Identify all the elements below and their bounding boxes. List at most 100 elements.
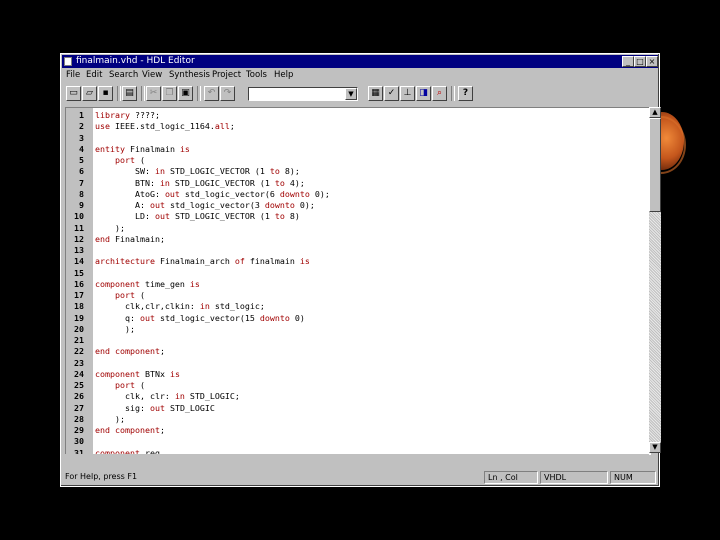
bookmark-button[interactable]: ◨ — [416, 86, 431, 101]
code-editor[interactable]: 1 library ????; 2 use IEEE.std_logic_1164.a… — [65, 107, 651, 455]
code-line[interactable]: 19 q: out std_logic_vector(15 downto 0) — [66, 313, 650, 324]
maximize-button[interactable]: □ — [634, 56, 646, 67]
undo-button[interactable]: ↶ — [204, 86, 219, 101]
code-token: 4); — [284, 177, 305, 188]
menu-search[interactable]: Search — [109, 69, 138, 82]
code-line[interactable]: 16 component time_gen is — [66, 279, 650, 290]
paste-button[interactable]: ▣ — [178, 86, 193, 101]
copy-button[interactable]: ❐ — [162, 86, 177, 101]
keyword-token: is — [169, 368, 180, 379]
code-text: end Finalmain; — [95, 234, 165, 245]
line-number: 10 — [74, 211, 84, 222]
code-token: std_logic_vector(15 — [154, 312, 260, 323]
toolbar-separator — [141, 86, 145, 101]
code-line[interactable]: 21 — [66, 335, 650, 346]
keyword-token: downto — [259, 312, 290, 323]
code-line[interactable]: 4 entity Finalmain is — [66, 144, 650, 155]
editor-combo-box[interactable]: ▼ — [248, 87, 358, 101]
code-line[interactable]: 5 port ( — [66, 155, 650, 166]
code-text: BTN: in STD_LOGIC_VECTOR (1 to 4); — [95, 178, 305, 189]
code-token: q: — [95, 312, 140, 323]
code-line[interactable]: 29 end component; — [66, 425, 650, 436]
keyword-token: end component — [95, 425, 160, 435]
line-number: 2 — [79, 121, 84, 132]
code-token: ; — [229, 121, 235, 132]
scroll-thumb[interactable] — [649, 118, 661, 212]
find-button[interactable]: ⌕ — [432, 86, 447, 101]
combo-dropdown-icon[interactable]: ▼ — [345, 88, 357, 100]
code-line[interactable]: 11 ); — [66, 223, 650, 234]
code-line[interactable]: 10 LD: out STD_LOGIC_VECTOR (1 to 8) — [66, 211, 650, 222]
keyword-token: downto — [264, 200, 295, 210]
code-line[interactable]: 28 ); — [66, 414, 650, 425]
line-number: 26 — [74, 391, 84, 402]
code-line[interactable]: 15 — [66, 268, 650, 279]
keyword-token: in — [199, 301, 210, 312]
code-line[interactable]: 12 end Finalmain; — [66, 234, 650, 245]
code-token: BTNx — [139, 368, 170, 379]
save-button[interactable]: ▪ — [98, 86, 113, 101]
code-line[interactable]: 6 SW: in STD_LOGIC_VECTOR (1 to 8); — [66, 166, 650, 177]
line-number: 27 — [74, 402, 84, 413]
code-line[interactable]: 1 library ????; — [66, 110, 650, 121]
menu-file[interactable]: File — [66, 69, 80, 82]
code-text: component time_gen is — [95, 279, 200, 290]
menu-view[interactable]: View — [142, 69, 162, 82]
syntax-check-button[interactable]: ✓ — [384, 86, 399, 101]
code-line[interactable]: 26 clk, clr: in STD_LOGIC; — [66, 391, 650, 402]
menu-help[interactable]: Help — [274, 69, 293, 82]
code-line[interactable]: 24 component BTNx is — [66, 369, 650, 380]
code-line[interactable]: 13 — [66, 245, 650, 256]
menu-synthesis[interactable]: Synthesis — [169, 69, 210, 82]
synthesize-button[interactable]: ⊥ — [400, 86, 415, 101]
code-line[interactable]: 25 port ( — [66, 380, 650, 391]
keyword-token: library — [95, 110, 130, 120]
code-line[interactable]: 2 use IEEE.std_logic_1164.all; — [66, 121, 650, 132]
hdl-editor-window: finalmain.vhd - HDL Editor _ □ × File Ed… — [60, 53, 661, 487]
new-file-button[interactable]: ▭ — [66, 86, 81, 101]
scroll-down-icon[interactable]: ▼ — [649, 442, 661, 453]
keyword-token: end component — [95, 346, 160, 357]
code-text: SW: in STD_LOGIC_VECTOR (1 to 8); — [95, 166, 300, 177]
menu-tools[interactable]: Tools — [246, 69, 267, 82]
code-line[interactable]: 20 ); — [66, 324, 650, 335]
print-button[interactable]: ▤ — [122, 86, 137, 101]
language-assistant-button[interactable]: ▦ — [368, 86, 383, 101]
code-token: std_logic; — [209, 301, 265, 312]
horizontal-scrollbar[interactable] — [62, 454, 649, 466]
menu-edit[interactable]: Edit — [86, 69, 102, 82]
keyword-token: port — [95, 290, 135, 300]
help-button[interactable]: ? — [458, 86, 473, 101]
code-line[interactable]: 7 BTN: in STD_LOGIC_VECTOR (1 to 4); — [66, 178, 650, 189]
code-line[interactable]: 27 sig: out STD_LOGIC — [66, 403, 650, 414]
code-text: clk,clr,clkin: in std_logic; — [95, 301, 265, 312]
code-line[interactable]: 3 — [66, 133, 650, 144]
scroll-up-icon[interactable]: ▲ — [649, 107, 661, 118]
code-token: clk, clr: — [95, 391, 175, 402]
close-button[interactable]: × — [646, 56, 658, 67]
open-file-button[interactable]: ▱ — [82, 86, 97, 101]
title-bar[interactable]: finalmain.vhd - HDL Editor _ □ × — [62, 55, 658, 68]
toolbar-separator — [117, 86, 121, 101]
menu-project[interactable]: Project — [212, 69, 241, 82]
code-line[interactable]: 8 AtoG: out std_logic_vector(6 downto 0)… — [66, 189, 650, 200]
vertical-scrollbar[interactable]: ▲ ▼ — [649, 107, 661, 453]
line-number: 4 — [79, 143, 84, 154]
code-token: ( — [134, 380, 145, 390]
line-number: 7 — [79, 177, 84, 188]
line-number: 12 — [74, 233, 84, 244]
code-line[interactable]: 18 clk,clr,clkin: in std_logic; — [66, 301, 650, 312]
cut-button[interactable]: ✂ — [146, 86, 161, 101]
status-bar: For Help, press F1 Ln , Col VHDL NUM — [62, 470, 658, 485]
minimize-button[interactable]: _ — [622, 56, 634, 67]
code-token: sig: — [95, 402, 150, 413]
code-line[interactable]: 9 A: out std_logic_vector(3 downto 0); — [66, 200, 650, 211]
line-number: 28 — [74, 413, 84, 424]
code-line[interactable]: 14 architecture Finalmain_arch of finalma… — [66, 256, 650, 267]
code-line[interactable]: 22 end component; — [66, 346, 650, 357]
code-line[interactable]: 17 port ( — [66, 290, 650, 301]
keyword-token: out — [164, 188, 180, 199]
code-line[interactable]: 30 — [66, 436, 650, 447]
code-line[interactable]: 23 — [66, 358, 650, 369]
redo-button[interactable]: ↷ — [220, 86, 235, 101]
